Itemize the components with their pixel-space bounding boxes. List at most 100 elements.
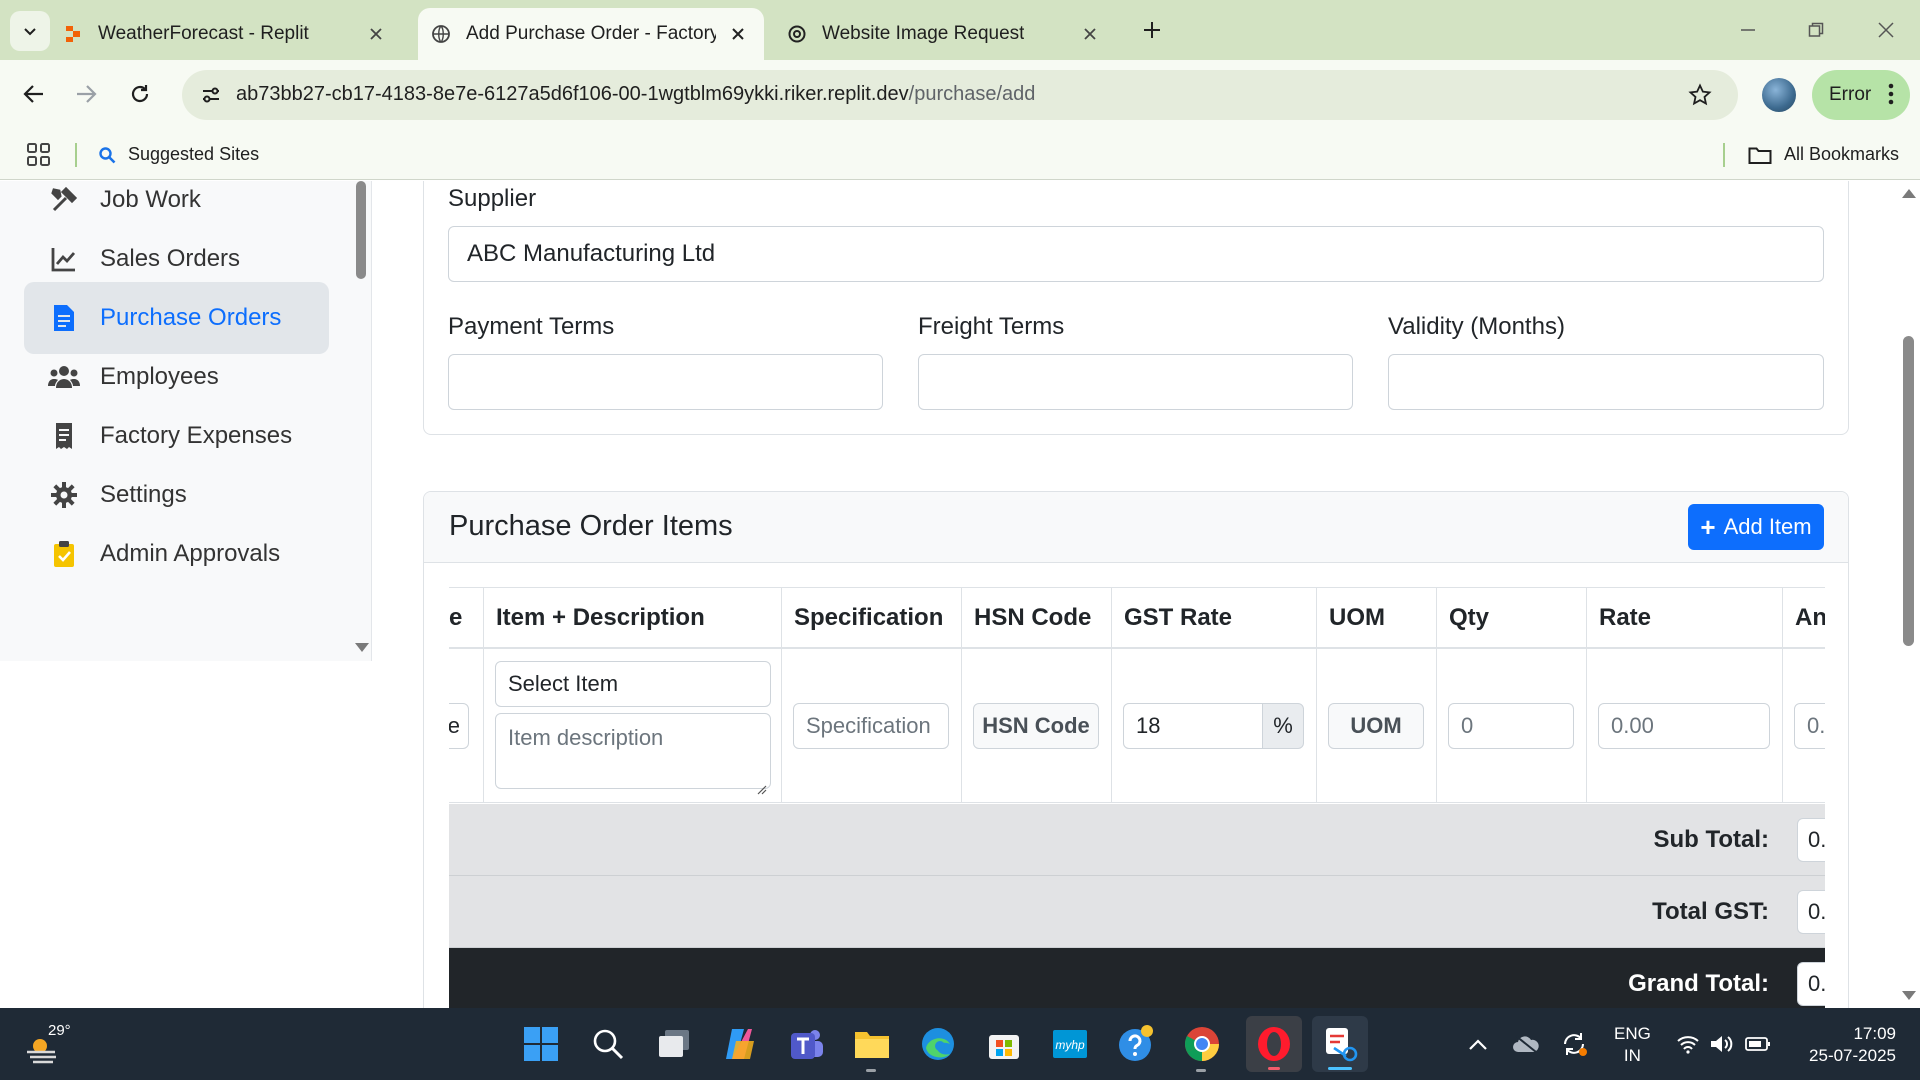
close-tab-icon[interactable] xyxy=(726,22,750,46)
close-tab-icon[interactable] xyxy=(1078,22,1102,46)
file-invoice-icon xyxy=(48,302,80,334)
sidebar-item-admin-approvals[interactable]: Admin Approvals xyxy=(24,518,329,590)
arrow-left-icon xyxy=(23,85,43,103)
sidebar-item-label: Factory Expenses xyxy=(100,422,293,449)
wifi-icon[interactable] xyxy=(1674,1030,1702,1058)
start-button[interactable] xyxy=(519,1022,563,1066)
new-tab-button[interactable] xyxy=(1136,14,1168,46)
reload-icon xyxy=(131,85,149,103)
myhp-icon: myhp xyxy=(1053,1030,1087,1058)
reload-button[interactable] xyxy=(120,74,160,114)
edge-button[interactable] xyxy=(916,1022,960,1066)
minimize-button[interactable] xyxy=(1732,14,1764,46)
rate-input[interactable]: 0.00 xyxy=(1598,703,1770,749)
validity-label: Validity (Months) xyxy=(1388,313,1565,340)
validity-input[interactable] xyxy=(1388,354,1824,410)
restore-icon xyxy=(1808,22,1824,37)
subtotal-row: Sub Total: 0. xyxy=(449,804,1825,876)
profile-avatar[interactable] xyxy=(1762,78,1796,112)
task-view-icon xyxy=(659,1030,689,1057)
search-icon xyxy=(98,146,116,164)
tab-website-image-request[interactable]: Website Image Request xyxy=(786,8,1116,60)
scroll-up-arrow-icon[interactable] xyxy=(1902,189,1916,198)
qty-input[interactable]: 0 xyxy=(1448,703,1574,749)
region-code: IN xyxy=(1623,1046,1641,1065)
item-description-textarea[interactable]: Item description xyxy=(495,713,771,795)
search-icon xyxy=(593,1029,624,1060)
tab-add-purchase-order[interactable]: Add Purchase Order - Factory Management xyxy=(418,8,764,60)
select-item-dropdown[interactable]: Select Item xyxy=(495,661,771,707)
teams-button[interactable] xyxy=(784,1022,828,1066)
close-window-button[interactable] xyxy=(1870,14,1902,46)
bookmark-suggested-sites[interactable]: Suggested Sites xyxy=(98,144,259,165)
arrow-right-icon xyxy=(77,85,97,103)
scroll-down-arrow-icon[interactable] xyxy=(1902,991,1916,1000)
close-tab-icon[interactable] xyxy=(364,22,388,46)
sync-icon[interactable] xyxy=(1560,1030,1588,1058)
items-card-header: Purchase Order Items + Add Item xyxy=(424,492,1848,563)
restore-button[interactable] xyxy=(1800,14,1832,46)
taskbar-search-button[interactable] xyxy=(586,1022,630,1066)
specification-input[interactable]: Specification xyxy=(793,703,949,749)
amount-input[interactable]: 0. xyxy=(1794,703,1825,749)
plus-icon: + xyxy=(1700,512,1716,542)
task-view-button[interactable] xyxy=(652,1022,696,1066)
onedrive-icon[interactable] xyxy=(1512,1030,1540,1058)
language-indicator[interactable]: ENG IN xyxy=(1614,1023,1651,1067)
page-scrollbar[interactable] xyxy=(1898,181,1920,1008)
supplier-input[interactable]: ABC Manufacturing Ltd xyxy=(448,226,1824,282)
sidebar-scrollbar[interactable] xyxy=(350,181,371,661)
payment-terms-input[interactable] xyxy=(448,354,883,410)
sidebar-scroll-thumb[interactable] xyxy=(356,181,366,279)
snipping-tool-icon xyxy=(1326,1028,1358,1062)
bookmark-star-icon[interactable] xyxy=(1686,81,1714,109)
edge-icon xyxy=(922,1028,954,1060)
scroll-down-arrow-icon[interactable] xyxy=(355,643,369,652)
column-divider xyxy=(1586,649,1587,803)
address-bar[interactable]: ab73bb27-cb17-4183-8e7e-6127a5d6f106-00-… xyxy=(182,70,1738,120)
sidebar-item-label: Employees xyxy=(100,363,219,390)
file-explorer-button[interactable] xyxy=(850,1022,894,1072)
myhp-button[interactable]: myhp xyxy=(1048,1022,1092,1066)
column-header: UOM xyxy=(1316,587,1436,649)
supplier-card: Supplier ABC Manufacturing Ltd Payment T… xyxy=(423,181,1849,435)
tab-search-button[interactable] xyxy=(10,11,50,51)
add-item-button[interactable]: + Add Item xyxy=(1688,504,1824,550)
error-menu-button[interactable]: Error xyxy=(1812,70,1910,120)
forward-button[interactable] xyxy=(66,74,106,114)
column-divider xyxy=(1316,649,1317,803)
chevron-up-icon xyxy=(1469,1039,1487,1050)
system-clock[interactable]: 17:09 25-07-2025 xyxy=(1796,1023,1896,1067)
page-scroll-thumb[interactable] xyxy=(1903,336,1914,646)
chrome-button[interactable] xyxy=(1180,1022,1224,1072)
description-placeholder: Item description xyxy=(508,725,664,750)
snipping-tool-button[interactable] xyxy=(1312,1016,1368,1072)
help-button[interactable] xyxy=(1114,1022,1158,1066)
copilot-button[interactable] xyxy=(718,1022,762,1066)
back-button[interactable] xyxy=(14,74,54,114)
apps-grid-icon[interactable] xyxy=(26,142,52,168)
opera-button[interactable] xyxy=(1246,1016,1302,1072)
volume-icon[interactable] xyxy=(1708,1030,1736,1058)
tab-weatherforecast[interactable]: WeatherForecast - Replit xyxy=(62,8,402,60)
microsoft-store-button[interactable] xyxy=(982,1022,1026,1066)
url-host: ab73bb27-cb17-4183-8e7e-6127a5d6f106-00-… xyxy=(236,83,909,105)
clipboard-check-icon xyxy=(48,538,80,570)
column-header: Item + Description xyxy=(483,587,781,649)
bookmark-label: Suggested Sites xyxy=(128,144,260,164)
items-card-title: Purchase Order Items xyxy=(449,510,733,542)
globe-icon xyxy=(430,23,452,45)
purchase-order-items-card: Purchase Order Items + Add Item e Item +… xyxy=(423,491,1849,1008)
site-info-icon[interactable] xyxy=(196,80,226,110)
all-bookmarks-button[interactable]: All Bookmarks xyxy=(1748,144,1899,165)
gst-rate-input[interactable]: 18 xyxy=(1123,703,1263,749)
url-text: ab73bb27-cb17-4183-8e7e-6127a5d6f106-00-… xyxy=(236,83,1035,106)
freight-terms-label: Freight Terms xyxy=(918,313,1065,340)
opera-icon xyxy=(1258,1027,1290,1061)
row-first-input[interactable]: e xyxy=(449,703,469,749)
total-gst-row: Total GST: 0. xyxy=(449,876,1825,948)
freight-terms-input[interactable] xyxy=(918,354,1353,410)
battery-icon[interactable] xyxy=(1744,1030,1772,1058)
show-hidden-icons-button[interactable] xyxy=(1464,1030,1492,1058)
resize-grip-icon[interactable] xyxy=(757,775,767,795)
